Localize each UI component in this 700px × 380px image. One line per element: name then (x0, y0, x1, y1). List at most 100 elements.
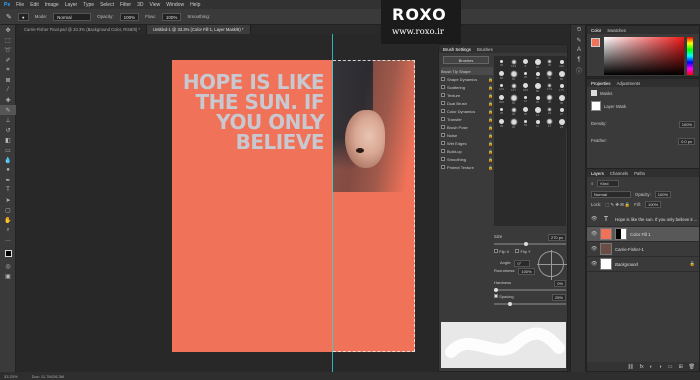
brush-tip-preset[interactable]: 36 (556, 94, 567, 105)
lock-icons[interactable]: ⬚ ✎ ✥ ⊞ 🔒 (605, 202, 630, 208)
brush-tip-preset[interactable]: 39 (496, 118, 507, 129)
brush-tip-preset[interactable]: 175 (556, 82, 567, 93)
checkbox[interactable] (441, 117, 445, 121)
noise-item[interactable]: Noise 🔒 (441, 131, 493, 139)
hardness-field[interactable]: 0% (554, 280, 566, 287)
brush-tip-preset[interactable]: 16 (520, 94, 531, 105)
tab-untitled-1[interactable]: Untitled-1 @ 33.3% (Color Fill 1, Layer … (146, 25, 251, 34)
tab-adjustments[interactable]: Adjustments (617, 81, 641, 86)
spacing-checkbox[interactable]: Spacing (494, 294, 514, 301)
vertical-guide[interactable] (332, 34, 333, 372)
pen-tool-icon[interactable]: ✒ (0, 175, 16, 185)
texture-item[interactable]: Texture 🔒 (441, 91, 493, 99)
eyedropper-tool-icon[interactable]: ⁄ (0, 85, 16, 95)
shape-dynamics-item[interactable]: Shape Dynamics 🔒 (441, 75, 493, 83)
brush-preset-picker[interactable]: ● (17, 12, 29, 21)
brush-tip-preset[interactable]: 8 (520, 58, 531, 69)
path-select-tool-icon[interactable]: ➤ (0, 195, 16, 205)
frame-tool-icon[interactable]: ⊠ (0, 75, 16, 85)
fill-field[interactable]: 100% (644, 201, 662, 208)
checkbox[interactable] (441, 133, 445, 137)
history-icon[interactable]: ⏲ (571, 25, 587, 35)
menu-window[interactable]: Window (166, 2, 184, 8)
menu-type[interactable]: Type (83, 2, 94, 8)
color-swatches-icon[interactable] (0, 245, 16, 261)
brush-tip-preset[interactable]: 27 (556, 106, 567, 117)
kind-select[interactable]: Kind (597, 180, 620, 187)
marquee-tool-icon[interactable]: ⬚ (0, 35, 16, 45)
size-field[interactable]: 270 px (547, 234, 566, 241)
history-brush-tool-icon[interactable]: ↺ (0, 125, 16, 135)
menu-3d[interactable]: 3D (137, 2, 143, 8)
character-icon[interactable]: A (571, 45, 587, 55)
brush-tip-preset[interactable]: 127 (508, 82, 519, 93)
brush-tip-shape-item[interactable]: Brush Tip Shape (441, 67, 493, 75)
visibility-eye-icon[interactable]: 👁 (591, 231, 597, 237)
smoothing-item[interactable]: Smoothing 🔒 (441, 155, 493, 163)
flip-y-checkbox[interactable]: Flip Y (515, 249, 531, 254)
brush-tip-preset[interactable]: 23 (556, 118, 567, 129)
brush-tip-preset[interactable]: 123 (508, 58, 519, 69)
brush-tip-preset[interactable]: 17 (544, 118, 555, 129)
quick-select-tool-icon[interactable]: ✐ (0, 55, 16, 65)
tab-brush-settings[interactable]: Brush Settings (443, 47, 471, 52)
color-field[interactable] (604, 37, 684, 75)
tab-properties[interactable]: Properties (591, 81, 611, 86)
tab-color[interactable]: Color (591, 28, 601, 33)
delete-layer-icon[interactable]: 🗑 (689, 364, 695, 370)
lasso-tool-icon[interactable]: ➰ (0, 45, 16, 55)
wet-edges-item[interactable]: Wet Edges 🔒 (441, 139, 493, 147)
add-mask-icon[interactable]: ◐ (650, 364, 653, 370)
brush-tip-preset[interactable]: 50 (508, 70, 519, 81)
brush-tip-preset[interactable]: 25 (520, 70, 531, 81)
checkbox[interactable] (441, 109, 445, 113)
menu-view[interactable]: View (150, 2, 161, 8)
flow-field[interactable]: 100% (161, 12, 182, 21)
tab-brushes[interactable]: Brushes (477, 47, 493, 52)
transfer-item[interactable]: Transfer 🔒 (441, 115, 493, 123)
build-up-item[interactable]: Build-up 🔒 (441, 147, 493, 155)
brush-tip-preset[interactable]: 80 (532, 82, 543, 93)
link-layers-icon[interactable]: ⛓ (627, 364, 633, 370)
brush-tip-preset[interactable]: 25 (544, 58, 555, 69)
new-layer-icon[interactable]: ⊞ (678, 364, 682, 370)
brush-tip-preset[interactable]: 32 (508, 106, 519, 117)
brush-tip-preset[interactable]: 59 (520, 118, 531, 129)
brush-panel-icon[interactable]: ✎ (571, 35, 587, 45)
spacing-field[interactable]: 25% (551, 294, 566, 301)
brush-tip-preset[interactable]: 14 (532, 106, 543, 117)
checkbox[interactable] (441, 141, 445, 145)
hand-tool-icon[interactable]: ✋ (0, 215, 16, 225)
checkbox[interactable] (441, 77, 445, 81)
flip-x-checkbox[interactable]: Flip X (494, 249, 509, 254)
menu-help[interactable]: Help (190, 2, 200, 8)
checkbox[interactable] (441, 165, 445, 169)
brush-tool-icon[interactable]: ✎ (0, 105, 16, 115)
shape-tool-icon[interactable]: ▢ (0, 205, 16, 215)
brush-tip-preset[interactable]: 46 (508, 118, 519, 129)
brush-tip-preset[interactable]: 11 (532, 118, 543, 129)
menu-edit[interactable]: Edit (30, 2, 39, 8)
crop-tool-icon[interactable]: ⌗ (0, 65, 16, 75)
checkbox[interactable] (441, 85, 445, 89)
brush-tip-preset[interactable]: 30 (532, 70, 543, 81)
checkbox[interactable] (441, 101, 445, 105)
brush-tip-preset[interactable]: 306 (496, 94, 507, 105)
brush-tip-preset[interactable]: 36 (544, 94, 555, 105)
color-fg-swatch[interactable] (591, 38, 600, 47)
layer-row-background[interactable]: 👁 Background 🔒 (587, 257, 699, 272)
tab-layers[interactable]: Layers (591, 171, 604, 176)
layer-row-text[interactable]: 👁 T Hope is like the sun. If you only be… (587, 212, 699, 227)
visibility-eye-icon[interactable]: 👁 (591, 246, 597, 252)
menu-layer[interactable]: Layer (65, 2, 78, 8)
fx-icon[interactable]: fx (640, 364, 644, 370)
size-slider[interactable] (494, 242, 566, 246)
brush-tip-preset[interactable]: 36 (496, 106, 507, 117)
gradient-tool-icon[interactable]: ▭ (0, 145, 16, 155)
menu-filter[interactable]: Filter (120, 2, 131, 8)
checkbox[interactable] (441, 157, 445, 161)
angle-field[interactable]: 0° (514, 260, 531, 267)
protect-texture-item[interactable]: Protect Texture 🔒 (441, 163, 493, 171)
tab-paths[interactable]: Paths (634, 171, 645, 176)
screen-mode-icon[interactable]: ▣ (0, 271, 16, 281)
